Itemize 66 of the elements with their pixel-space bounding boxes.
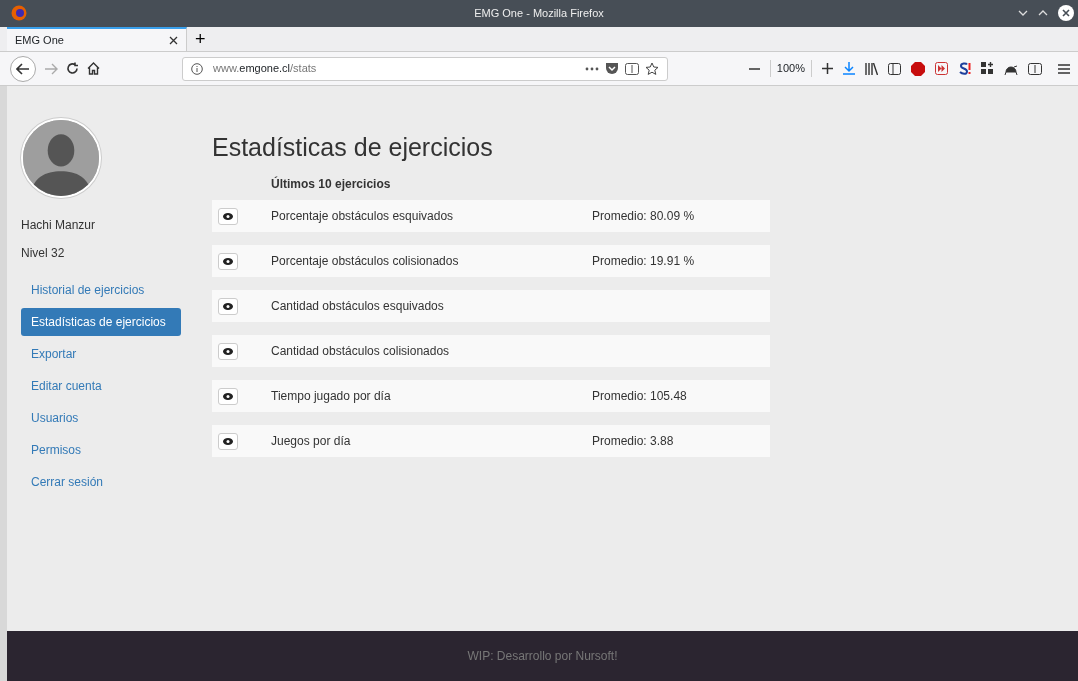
view-button[interactable] (218, 207, 238, 225)
page-title: Estadísticas de ejercicios (212, 132, 494, 162)
firefox-logo-icon (11, 5, 27, 21)
close-tab-icon[interactable] (169, 35, 178, 45)
maximize-icon[interactable] (1038, 10, 1048, 16)
download-icon[interactable] (843, 62, 855, 75)
zoom-out-icon[interactable] (748, 67, 760, 70)
nav-link-item[interactable]: Cerrar sesión (21, 468, 181, 496)
nav-link-item[interactable]: Editar cuenta (21, 372, 181, 400)
menu-icon[interactable] (1058, 63, 1070, 74)
nav-link-item[interactable]: Estadísticas de ejercicios (21, 308, 181, 336)
stat-name: Tiempo jugado por día (271, 388, 392, 405)
user-name: Hachi Manzur (21, 217, 97, 234)
eye-icon (223, 257, 233, 265)
browser-tab[interactable]: EMG One (7, 27, 187, 51)
stat-name: Porcentaje obstáculos esquivados (271, 208, 455, 225)
stat-name: Juegos por día (271, 433, 352, 450)
stat-name: Porcentaje obstáculos colisionados (271, 253, 460, 270)
back-button[interactable] (10, 55, 36, 82)
user-level: Nivel 32 (21, 245, 66, 262)
home-icon[interactable] (87, 62, 100, 75)
sidebar-icon[interactable] (888, 62, 901, 75)
address-bar[interactable]: www.emgone.cl/stats (182, 56, 668, 81)
stat-average: Promedio: 80.09 % (592, 208, 695, 225)
info-icon[interactable] (191, 62, 203, 75)
view-button[interactable] (218, 297, 238, 315)
eye-icon (223, 347, 233, 355)
footer-text: WIP: Desarrollo por Nursoft! (467, 648, 618, 665)
minimize-icon[interactable] (1018, 10, 1028, 16)
nav-link-item[interactable]: Usuarios (21, 404, 181, 432)
eye-icon (223, 302, 233, 310)
grid-plus-icon[interactable] (981, 62, 994, 75)
nav-link-item[interactable]: Permisos (21, 436, 181, 464)
fast-forward-icon[interactable] (935, 62, 948, 75)
view-button[interactable] (218, 252, 238, 270)
stop-sign-icon[interactable] (911, 61, 925, 76)
more-icon[interactable] (585, 66, 599, 71)
close-icon[interactable] (1058, 5, 1074, 21)
eye-icon (223, 437, 233, 445)
zoom-level[interactable]: 100% (769, 60, 812, 77)
extension-icon[interactable] (958, 62, 971, 75)
url-text: www.emgone.cl/stats (213, 61, 317, 77)
nav-link-item[interactable]: Exportar (21, 340, 181, 368)
star-icon[interactable] (645, 61, 659, 76)
zoom-in-icon[interactable] (822, 63, 833, 74)
reload-icon[interactable] (66, 62, 79, 75)
turtle-icon[interactable] (1004, 62, 1018, 75)
stat-name: Cantidad obstáculos colisionados (271, 343, 451, 360)
reader-icon[interactable] (625, 62, 639, 75)
stat-name: Cantidad obstáculos esquivados (271, 298, 445, 315)
stat-average: Promedio: 105.48 (592, 388, 687, 405)
eye-icon (223, 392, 233, 400)
library-icon[interactable] (865, 62, 878, 75)
pocket-icon[interactable] (605, 62, 619, 75)
eye-icon (223, 212, 233, 220)
view-button[interactable] (218, 432, 238, 450)
view-button[interactable] (218, 342, 238, 360)
section-heading: Últimos 10 ejercicios (270, 175, 392, 193)
back-arrow-icon (16, 62, 30, 75)
window-title: EMG One - Mozilla Firefox (474, 6, 604, 22)
view-button[interactable] (218, 387, 238, 405)
nav-link-item[interactable]: Historial de ejercicios (21, 276, 181, 304)
stat-average: Promedio: 19.91 % (592, 253, 695, 270)
stat-average: Promedio: 3.88 (592, 433, 674, 450)
new-tab-button[interactable]: + (187, 27, 214, 51)
reader-icon[interactable] (1028, 62, 1042, 75)
